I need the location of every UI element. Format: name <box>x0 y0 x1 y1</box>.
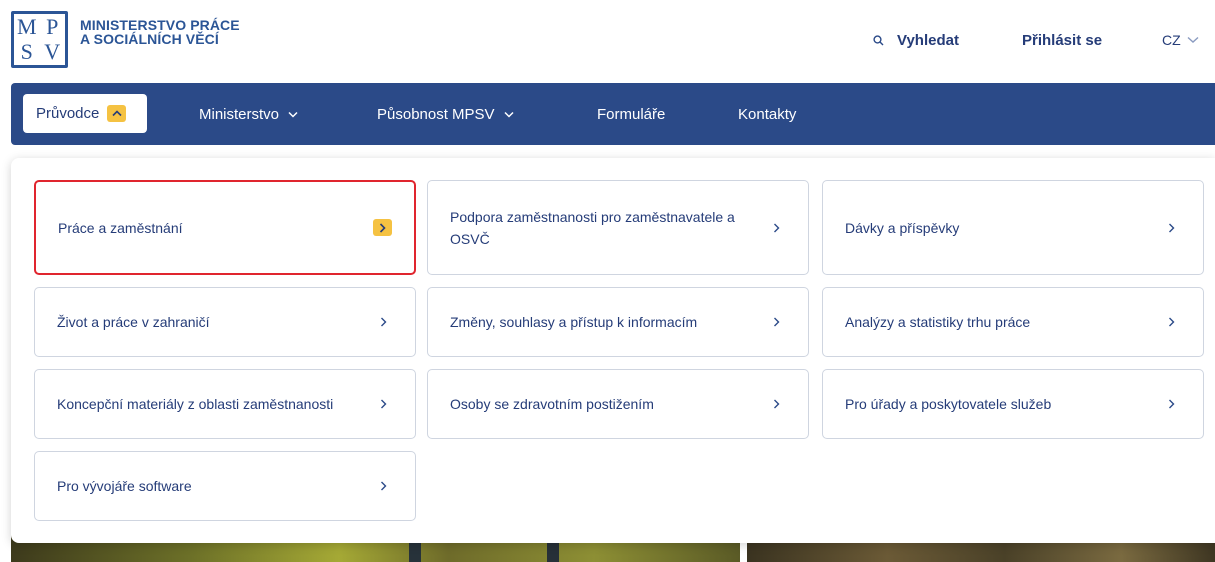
menu-card-label: Pro vývojáře software <box>57 478 192 494</box>
menu-card-koncepcni-materialy[interactable]: Koncepční materiály z oblasti zaměstnano… <box>34 369 416 439</box>
menu-card-label: Osoby se zdravotním postižením <box>450 396 654 412</box>
site-header: M P S V MINISTERSTVO PRÁCE A SOCIÁLNÍCH … <box>0 0 1215 83</box>
menu-card-label: Dávky a příspěvky <box>845 219 960 236</box>
menu-card-pro-vyvojare[interactable]: Pro vývojáře software <box>34 451 416 521</box>
login-button[interactable]: Přihlásit se <box>1022 30 1102 50</box>
menu-card-label: Život a práce v zahraničí <box>57 314 210 330</box>
menu-card-label: Práce a zaměstnání <box>58 219 183 236</box>
guide-dropdown-panel: Práce a zaměstnání Podpora zaměstnanosti… <box>11 158 1215 543</box>
language-label: CZ <box>1162 32 1181 48</box>
nav-item-label: Ministerstvo <box>199 105 280 123</box>
login-label: Přihlásit se <box>1022 31 1103 49</box>
nav-item-pruvodce[interactable]: Průvodce <box>23 94 147 133</box>
chevron-right-icon <box>1162 314 1181 331</box>
nav-item-kontakty[interactable]: Kontakty <box>738 83 796 145</box>
chevron-right-icon <box>374 478 393 495</box>
chevron-right-icon <box>373 219 392 236</box>
menu-card-label: Analýzy a statistiky trhu práce <box>845 314 1031 330</box>
main-nav: Průvodce Ministerstvo Působnost MPSV For… <box>11 83 1215 145</box>
menu-card-label: Změny, souhlasy a přístup k informacím <box>450 314 698 330</box>
chevron-right-icon <box>1162 396 1181 413</box>
menu-card-osoby-se-zp[interactable]: Osoby se zdravotním postižením <box>427 369 809 439</box>
logo-letters: M P S V <box>14 14 65 65</box>
chevron-right-icon <box>767 219 786 236</box>
logo-letter: S <box>20 39 33 65</box>
nav-item-label: Kontakty <box>738 105 797 123</box>
org-name-line1: MINISTERSTVO PRÁCE <box>80 17 240 33</box>
logo-letter: P <box>46 13 59 39</box>
menu-card-podpora-zamestnanosti[interactable]: Podpora zaměstnanosti pro zaměstnavatele… <box>427 180 809 275</box>
chevron-right-icon <box>374 396 393 413</box>
nav-item-ministerstvo[interactable]: Ministerstvo <box>199 83 298 145</box>
menu-card-pro-urady[interactable]: Pro úřady a poskytovatele služeb <box>822 369 1204 439</box>
menu-card-label: Koncepční materiály z oblasti zaměstnano… <box>57 396 334 412</box>
search-icon <box>873 34 884 45</box>
search-button[interactable]: Vyhledat <box>873 30 959 50</box>
chevron-right-icon <box>1162 219 1181 236</box>
chevron-down-icon <box>504 111 514 118</box>
language-select[interactable]: CZ <box>1162 30 1199 50</box>
nav-item-label: Působnost MPSV <box>377 105 495 123</box>
nav-item-pusobnost[interactable]: Působnost MPSV <box>377 83 514 145</box>
chevron-right-icon <box>374 314 393 331</box>
search-label: Vyhledat <box>897 31 959 49</box>
menu-card-analyzy-statistiky[interactable]: Analýzy a statistiky trhu práce <box>822 287 1204 357</box>
menu-card-zivot-v-zahranici[interactable]: Život a práce v zahraničí <box>34 287 416 357</box>
org-name-line2: A SOCIÁLNÍCH VĚCÍ <box>80 31 219 47</box>
menu-card-zmeny-souhlasy[interactable]: Změny, souhlasy a přístup k informacím <box>427 287 809 357</box>
menu-card-label: Pro úřady a poskytovatele služeb <box>845 396 1052 412</box>
chevron-right-icon <box>767 396 786 413</box>
menu-card-label: Podpora zaměstnanosti pro zaměstnavatele… <box>450 208 735 247</box>
org-name[interactable]: MINISTERSTVO PRÁCE A SOCIÁLNÍCH VĚCÍ <box>80 18 240 46</box>
nav-item-label: Průvodce <box>36 105 100 122</box>
chevron-right-icon <box>767 314 786 331</box>
menu-card-davky-a-prispevky[interactable]: Dávky a příspěvky <box>822 180 1204 275</box>
chevron-up-icon <box>107 105 127 122</box>
mpsv-logo[interactable]: M P S V <box>11 11 68 68</box>
logo-letter: M <box>16 13 37 39</box>
nav-item-formulare[interactable]: Formuláře <box>597 83 665 145</box>
menu-card-prace-a-zamestnani[interactable]: Práce a zaměstnání <box>34 180 416 275</box>
logo-letter: V <box>44 39 61 65</box>
chevron-down-icon <box>1187 36 1199 43</box>
nav-item-label: Formuláře <box>597 105 666 123</box>
chevron-down-icon <box>288 111 298 118</box>
